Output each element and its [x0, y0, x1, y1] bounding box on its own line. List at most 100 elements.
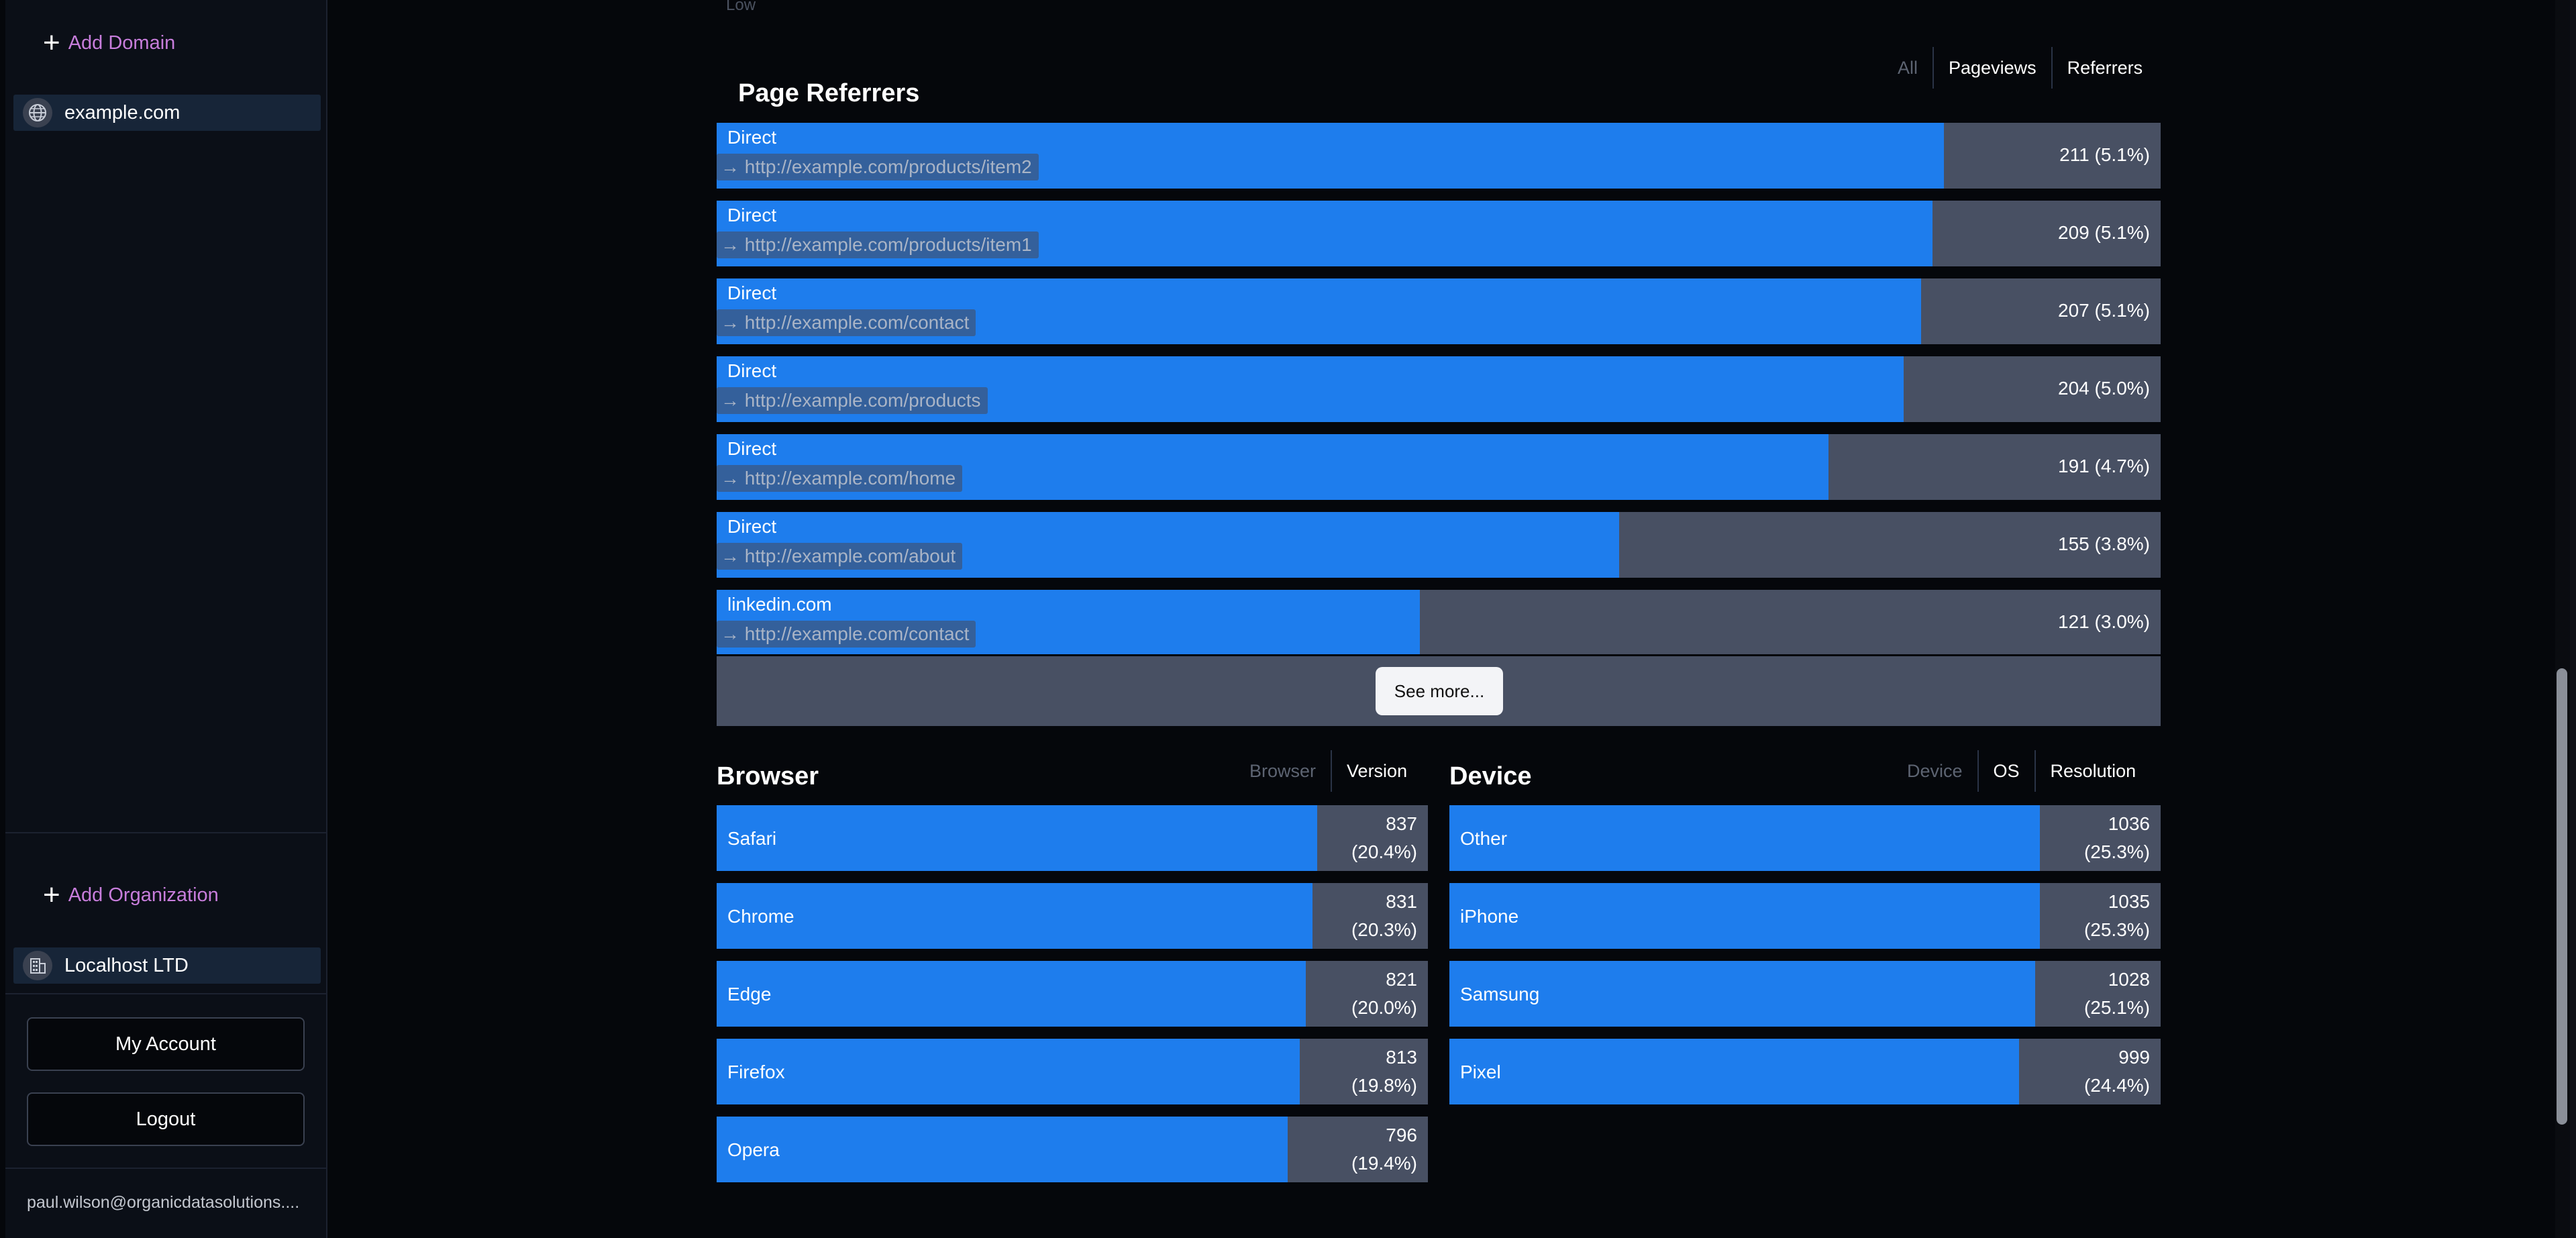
scrollbar-thumb[interactable] [2557, 668, 2567, 1125]
browser-percent: (19.8%) [1351, 1075, 1417, 1096]
referrer-row[interactable]: Direct → http://example.com/contact 207 (5… [717, 278, 2161, 344]
add-domain-button[interactable]: + Add Domain [43, 28, 175, 58]
sidebar-item-domain[interactable]: example.com [13, 95, 321, 131]
add-organization-button[interactable]: + Add Organization [43, 880, 219, 910]
referrer-value: 121 (3.0%) [2058, 611, 2150, 632]
device-count: 1035 [2108, 891, 2150, 912]
plus-icon: + [43, 26, 60, 59]
sidebar: + Add Domain example.com + Add Organizat… [5, 0, 327, 1238]
referrer-target[interactable]: → http://example.com/contact [717, 621, 976, 648]
browser-row[interactable]: Edge 821 (20.0%) [717, 961, 1428, 1027]
tab-resolution[interactable]: Resolution [2036, 750, 2151, 792]
browser-count: 837 [1386, 813, 1417, 834]
device-bar-fill [1449, 1039, 2020, 1104]
referrer-target[interactable]: → http://example.com/home [717, 465, 963, 492]
device-row[interactable]: iPhone 1035 (25.3%) [1449, 883, 2161, 949]
referrer-source: linkedin.com [727, 594, 832, 615]
browser-row[interactable]: Firefox 813 (19.8%) [717, 1039, 1428, 1104]
referrer-row[interactable]: Direct → http://example.com/home 191 (4.7%… [717, 434, 2161, 500]
referrer-target[interactable]: → http://example.com/products/item2 [717, 154, 1039, 180]
browser-bar-fill [717, 961, 1306, 1027]
browser-title: Browser [717, 762, 819, 790]
device-row[interactable]: Samsung 1028 (25.1%) [1449, 961, 2161, 1027]
organization-label: Localhost LTD [64, 954, 189, 976]
browser-row[interactable]: Safari 837 (20.4%) [717, 805, 1428, 871]
see-more-button[interactable]: See more... [1376, 667, 1503, 715]
device-row[interactable]: Pixel 999 (24.4%) [1449, 1039, 2161, 1104]
tab-os[interactable]: OS [1979, 750, 2034, 792]
sidebar-item-organization[interactable]: Localhost LTD [13, 947, 321, 984]
referrer-target[interactable]: → http://example.com/products [717, 387, 988, 414]
browser-label: Firefox [727, 1062, 785, 1082]
device-percent: (25.3%) [2083, 841, 2150, 862]
device-row[interactable]: Other 1036 (25.3%) [1449, 805, 2161, 871]
referrer-value: 204 (5.0%) [2058, 378, 2150, 399]
tab-device[interactable]: Device [1892, 750, 1977, 792]
referrer-target[interactable]: → http://example.com/contact [717, 309, 976, 336]
browser-count: 821 [1386, 969, 1417, 990]
device-count: 1028 [2108, 969, 2150, 990]
referrer-target[interactable]: → http://example.com/products/item1 [717, 231, 1039, 258]
user-email: paul.wilson@organicdatasolutions.... [27, 1193, 300, 1212]
referrers-list: Direct → http://example.com/products/item… [717, 123, 2161, 727]
sidebar-divider [5, 993, 327, 994]
browser-row[interactable]: Opera 796 (19.4%) [717, 1117, 1428, 1182]
browser-tabs: Browser Version [1235, 750, 1422, 792]
building-icon [23, 951, 52, 980]
domain-label: example.com [64, 101, 181, 123]
browser-row[interactable]: Chrome 831 (20.3%) [717, 883, 1428, 949]
referrer-row[interactable]: Direct → http://example.com/products/item… [717, 201, 2161, 266]
device-bar-fill [1449, 883, 2040, 949]
referrer-row[interactable]: Direct → http://example.com/products/item… [717, 123, 2161, 189]
main-content: Low Page Referrers All Pageviews Referre… [329, 0, 2543, 1238]
browser-percent: (20.3%) [1351, 919, 1417, 940]
device-list: Other 1036 (25.3%) iPhone 1035 (25.3%) Samsung… [1449, 805, 2161, 1114]
browser-bar-fill [717, 883, 1313, 949]
browser-percent: (19.4%) [1351, 1153, 1417, 1174]
referrer-target[interactable]: → http://example.com/about [717, 543, 963, 570]
browser-percent: (20.4%) [1351, 841, 1417, 862]
browser-percent: (20.0%) [1351, 997, 1417, 1018]
tab-pageviews[interactable]: Pageviews [1934, 47, 2051, 89]
referrer-source: Direct [727, 360, 777, 381]
browser-label: Opera [727, 1139, 780, 1160]
referrer-source: Direct [727, 516, 777, 537]
sidebar-divider [5, 832, 327, 833]
device-count: 1036 [2108, 813, 2150, 834]
referrer-value: 155 (3.8%) [2058, 533, 2150, 554]
referrer-source: Direct [727, 127, 777, 148]
device-percent: (24.4%) [2083, 1075, 2150, 1096]
referrer-value: 209 (5.1%) [2058, 222, 2150, 243]
browser-list: Safari 837 (20.4%) Chrome 831 (20.3%) Edge 821 (… [717, 805, 1428, 1188]
browser-count: 813 [1386, 1047, 1417, 1068]
referrer-source: Direct [727, 438, 777, 459]
browser-label: Edge [727, 984, 772, 1004]
tab-version[interactable]: Version [1332, 750, 1422, 792]
tab-browser[interactable]: Browser [1235, 750, 1331, 792]
device-label: Pixel [1460, 1062, 1501, 1082]
device-count: 999 [2118, 1047, 2150, 1068]
browser-bar-fill [717, 805, 1317, 871]
my-account-button[interactable]: My Account [27, 1017, 305, 1071]
device-label: Samsung [1460, 984, 1540, 1004]
browser-label: Safari [727, 828, 777, 849]
tab-referrers[interactable]: Referrers [2053, 47, 2158, 89]
see-more-area: See more... [717, 656, 2161, 726]
device-title: Device [1449, 762, 1532, 790]
referrer-source: Direct [727, 205, 777, 225]
referrers-tabs: All Pageviews Referrers [1883, 47, 2157, 89]
referrer-row[interactable]: Direct → http://example.com/about 155 (3.8… [717, 512, 2161, 578]
browser-label: Chrome [727, 906, 794, 927]
browser-bar-fill [717, 1117, 1288, 1182]
referrer-row[interactable]: linkedin.com → http://example.com/contact… [717, 590, 2161, 654]
sidebar-divider [5, 1168, 327, 1169]
add-domain-label: Add Domain [68, 32, 176, 54]
referrer-row[interactable]: Direct → http://example.com/products 204 (… [717, 356, 2161, 422]
tab-all[interactable]: All [1883, 47, 1933, 89]
browser-bar-fill [717, 1039, 1300, 1104]
device-label: iPhone [1460, 906, 1519, 927]
logout-button[interactable]: Logout [27, 1092, 305, 1146]
referrer-value: 207 (5.1%) [2058, 300, 2150, 321]
device-bar-fill [1449, 805, 2040, 871]
device-tabs: Device OS Resolution [1892, 750, 2151, 792]
